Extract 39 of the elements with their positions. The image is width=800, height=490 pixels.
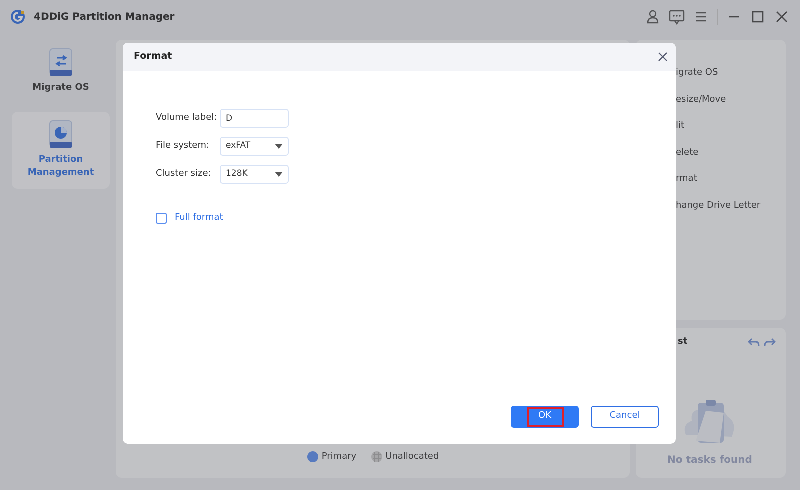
checkbox-label[interactable]: Full format: [175, 212, 224, 226]
feedback-icon[interactable]: [669, 9, 685, 25]
legend-label: Unallocated: [386, 450, 440, 464]
ok-button[interactable]: OK: [511, 406, 579, 428]
caret-icon: [275, 144, 283, 149]
field-label: File system:: [156, 140, 210, 153]
action-item[interactable]: igrate OS: [676, 67, 780, 80]
action-item[interactable]: esize/Move: [676, 94, 780, 107]
action-item[interactable]: lit: [676, 120, 780, 134]
sidebar-item[interactable]: Migrate OS: [12, 40, 110, 104]
close-icon[interactable]: [774, 9, 790, 25]
dropdown[interactable]: exFAT: [220, 137, 289, 156]
input-field[interactable]: D: [220, 109, 289, 128]
maximize-icon[interactable]: [750, 9, 766, 25]
drive-icon: [48, 120, 74, 150]
action-item[interactable]: rmat: [676, 173, 780, 186]
dropdown[interactable]: 128K: [220, 165, 289, 184]
close-button[interactable]: [656, 50, 670, 64]
legend-swatch-icon: [306, 451, 319, 464]
dialog-title: Format: [134, 50, 172, 64]
cancel-button[interactable]: Cancel: [591, 406, 659, 428]
caret-icon: [275, 172, 283, 177]
close-icon: [658, 52, 668, 62]
legend-label: Primary: [322, 450, 357, 464]
redo-icon[interactable]: [764, 336, 776, 348]
account-icon[interactable]: [645, 9, 661, 25]
window-title: 4DDiG Partition Manager: [34, 10, 175, 24]
action-item[interactable]: elete: [676, 146, 780, 160]
drive-icon: [48, 48, 74, 78]
sidebar-item[interactable]: Partition Management: [12, 112, 110, 188]
action-item[interactable]: hange Drive Letter: [676, 200, 780, 213]
field-label: Volume label:: [156, 112, 218, 125]
undo-icon[interactable]: [748, 336, 760, 348]
app-logo-icon: [10, 9, 26, 25]
field-label: Cluster size:: [156, 168, 212, 181]
checkbox[interactable]: [156, 213, 167, 224]
legend-swatch-icon: [370, 451, 383, 464]
empty-message: No tasks found: [668, 454, 752, 468]
panel-title: st: [677, 336, 688, 349]
